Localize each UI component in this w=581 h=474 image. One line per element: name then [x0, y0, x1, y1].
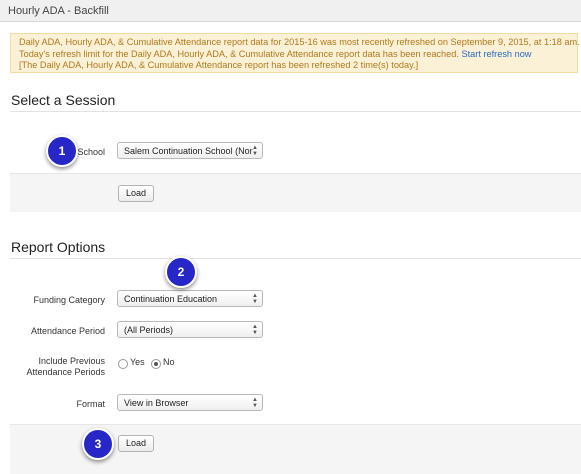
- divider: [10, 111, 581, 112]
- school-select[interactable]: Salem Continuation School (Nor ▲ ▼: [117, 142, 263, 159]
- start-refresh-link[interactable]: Start refresh now: [461, 49, 531, 59]
- report-options-heading: Report Options: [11, 239, 106, 255]
- include-previous-label-line-1: Include Previous: [38, 356, 105, 366]
- format-select[interactable]: View in Browser ▲ ▼: [117, 394, 263, 411]
- include-no-label: No: [163, 357, 175, 367]
- step-badge-2: 2: [165, 256, 197, 288]
- alert-line-2-text: Today's refresh limit for the Daily ADA,…: [19, 48, 459, 59]
- alert-line-2: Today's refresh limit for the Daily ADA,…: [19, 49, 569, 61]
- funding-category-select[interactable]: Continuation Education ▲ ▼: [117, 290, 263, 307]
- select-arrows-icon: ▲ ▼: [252, 145, 258, 157]
- include-yes-radio[interactable]: [118, 359, 128, 369]
- include-no-radio[interactable]: [151, 359, 161, 369]
- format-value: View in Browser: [124, 398, 189, 408]
- select-arrows-icon: ▲ ▼: [252, 324, 258, 336]
- select-arrows-icon: ▲ ▼: [252, 293, 258, 305]
- alert-line-1: Daily ADA, Hourly ADA, & Cumulative Atte…: [19, 37, 580, 47]
- step-badge-3: 3: [82, 428, 114, 460]
- refresh-alert: Daily ADA, Hourly ADA, & Cumulative Atte…: [10, 33, 580, 73]
- select-session-heading: Select a Session: [11, 92, 116, 108]
- include-previous-label-line-2: Attendance Periods: [26, 367, 105, 377]
- include-previous-label: Include Previous Attendance Periods: [10, 356, 105, 378]
- format-label: Format: [76, 399, 105, 409]
- attendance-period-select[interactable]: (All Periods) ▲ ▼: [117, 321, 263, 338]
- attendance-period-label: Attendance Period: [30, 326, 105, 336]
- session-action-bar: [10, 173, 581, 212]
- school-select-value: Salem Continuation School (Nor: [124, 146, 253, 156]
- funding-category-label: Funding Category: [33, 295, 105, 305]
- alert-line-3: [The Daily ADA, Hourly ADA, & Cumulative…: [19, 60, 419, 70]
- attendance-period-value: (All Periods): [124, 325, 174, 335]
- window-title: Hourly ADA - Backfill: [8, 5, 109, 17]
- select-arrows-icon: ▲ ▼: [252, 397, 258, 409]
- divider: [10, 258, 581, 259]
- funding-category-value: Continuation Education: [124, 294, 218, 304]
- session-load-button[interactable]: Load: [118, 185, 154, 202]
- report-load-button[interactable]: Load: [118, 435, 154, 452]
- include-yes-label: Yes: [130, 357, 145, 367]
- step-badge-1: 1: [46, 135, 78, 167]
- window-titlebar: Hourly ADA - Backfill: [0, 0, 581, 22]
